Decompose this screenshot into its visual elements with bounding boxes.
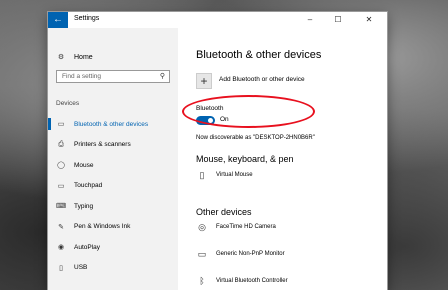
monitor-icon: ▭ (197, 248, 207, 259)
device-bluetooth-controller[interactable]: ᛒ Virtual Bluetooth Controller (196, 274, 288, 288)
search-placeholder: Find a setting (62, 73, 102, 80)
search-icon: ⚲ (159, 73, 165, 80)
mouse-section-title: Mouse, keyboard, & pen (196, 154, 294, 164)
sidebar-item-label: Pen & Windows Ink (74, 223, 131, 231)
sidebar-item-label: Printers & scanners (74, 141, 131, 149)
home-label: Home (74, 53, 93, 61)
sidebar-item-printers[interactable]: ⎙ Printers & scanners (48, 135, 178, 156)
window-title: Settings (74, 15, 100, 22)
keyboard-icon: ⌨ (56, 203, 67, 211)
sidebar-item-label: Touchpad (74, 182, 103, 190)
device-name: FaceTime HD Camera (216, 224, 276, 230)
title-bar: ← Settings – ☐ ✕ (48, 12, 387, 28)
sidebar-item-home[interactable]: ⚙ Home (56, 51, 166, 63)
section-label-devices: Devices (56, 100, 80, 107)
sidebar-item-autoplay[interactable]: ◉ AutoPlay (48, 237, 178, 258)
sidebar-item-usb[interactable]: ▯ USB (48, 258, 178, 279)
home-gear-icon: ⚙ (57, 54, 65, 61)
sidebar: ⚙ Home Find a setting ⚲ Devices ▭ Blueto… (48, 28, 178, 290)
sidebar-item-label: Mouse (74, 161, 94, 169)
add-device-label: Add Bluetooth or other device (219, 75, 305, 83)
settings-window: ← Settings – ☐ ✕ ⚙ Home Find a setting ⚲… (48, 12, 387, 290)
device-name: Virtual Mouse (216, 172, 253, 178)
pen-icon: ✎ (58, 223, 64, 231)
mouse-icon: ▯ (199, 169, 205, 180)
bluetooth-icon: ᛒ (199, 276, 205, 286)
sidebar-item-label: USB (74, 264, 88, 272)
page-title: Bluetooth & other devices (196, 49, 322, 61)
usb-icon: ▯ (59, 264, 63, 272)
sidebar-nav: ▭ Bluetooth & other devices ⎙ Printers &… (48, 114, 178, 278)
back-button[interactable]: ← (48, 12, 68, 28)
search-input[interactable]: Find a setting ⚲ (56, 70, 170, 83)
other-section-title: Other devices (196, 207, 252, 217)
autoplay-icon: ◉ (57, 244, 65, 252)
mouse-icon: ◯ (57, 162, 65, 170)
back-arrow-icon: ← (53, 14, 63, 25)
sidebar-item-bluetooth[interactable]: ▭ Bluetooth & other devices (48, 114, 178, 135)
sidebar-item-label: Bluetooth & other devices (74, 120, 149, 128)
main-content: Bluetooth & other devices + Add Bluetoot… (178, 28, 387, 290)
sidebar-item-touchpad[interactable]: ▭ Touchpad (48, 176, 178, 197)
add-device-button[interactable]: + Add Bluetooth or other device (196, 73, 305, 89)
touchpad-icon: ▭ (57, 182, 65, 190)
minimize-button[interactable]: – (299, 12, 321, 28)
maximize-button[interactable]: ☐ (327, 12, 349, 28)
camera-icon: ◎ (198, 221, 206, 232)
bluetooth-devices-icon: ▭ (57, 121, 65, 129)
device-name: Generic Non-PnP Monitor (216, 251, 285, 257)
close-button[interactable]: ✕ (358, 12, 380, 28)
printer-icon: ⎙ (58, 140, 64, 148)
sidebar-item-pen[interactable]: ✎ Pen & Windows Ink (48, 217, 178, 238)
sidebar-item-typing[interactable]: ⌨ Typing (48, 196, 178, 217)
device-monitor[interactable]: ▭ Generic Non-PnP Monitor (196, 247, 285, 261)
sidebar-item-label: AutoPlay (74, 243, 101, 251)
plus-icon: + (196, 73, 212, 89)
device-camera[interactable]: ◎ FaceTime HD Camera (196, 220, 276, 234)
sidebar-item-label: Typing (74, 202, 94, 210)
sidebar-item-mouse[interactable]: ◯ Mouse (48, 155, 178, 176)
device-name: Virtual Bluetooth Controller (216, 278, 288, 284)
device-virtual-mouse[interactable]: ▯ Virtual Mouse (196, 168, 253, 182)
highlight-annotation (182, 95, 315, 128)
discoverable-text: Now discoverable as "DESKTOP-2HN0B6R" (196, 135, 315, 141)
